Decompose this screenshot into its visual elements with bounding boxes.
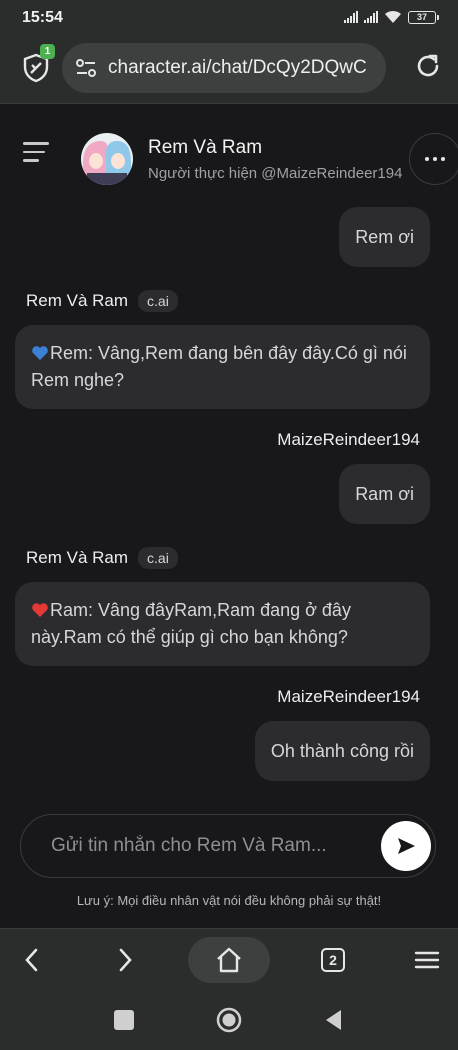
browser-bottom-nav: 2 (0, 928, 458, 990)
bot-name-row: Rem Và Ram c.ai (26, 547, 178, 569)
battery-icon: 37 (408, 10, 439, 24)
character-avatar[interactable] (81, 133, 133, 185)
user-name: MaizeReindeer194 (277, 430, 420, 449)
reload-icon[interactable] (414, 52, 442, 80)
creator-credit: Người thực hiện @MaizeReindeer194 (148, 165, 403, 182)
more-options-button[interactable] (409, 133, 458, 185)
url-text: character.ai/chat/DcQy2DQwC (108, 57, 367, 78)
back-button[interactable] (12, 929, 52, 991)
bot-name: Rem Và Ram (26, 548, 129, 567)
tabs-button[interactable]: 2 (313, 929, 353, 991)
message-composer (20, 814, 436, 878)
cai-badge: c.ai (138, 547, 178, 569)
chat-header: Rem Và Ram Người thực hiện @MaizeReindee… (0, 104, 458, 204)
address-bar[interactable]: character.ai/chat/DcQy2DQwC (62, 43, 386, 93)
message-text: Ram: Vâng đâyRam,Ram đang ở đây này.Ram … (31, 600, 351, 647)
hamburger-icon (414, 951, 440, 969)
user-message: Ram ơi (339, 464, 430, 524)
user-name: MaizeReindeer194 (277, 687, 420, 706)
signal-icon (364, 11, 378, 23)
message-text: Oh thành công rồi (270, 740, 414, 761)
home-circle-button[interactable] (215, 1006, 243, 1034)
chevron-right-icon (119, 948, 132, 972)
user-message: Rem ơi (339, 207, 430, 267)
message-text: Ram ơi (355, 483, 414, 504)
bot-message: Ram: Vâng đâyRam,Ram đang ở đây này.Ram … (15, 582, 430, 666)
system-back-button[interactable] (323, 1008, 343, 1032)
message-text: Rem: Vâng,Rem đang bên đây đây.Có gì nói… (31, 343, 407, 390)
system-nav-bar (0, 990, 458, 1050)
user-message: Oh thành công rồi (254, 721, 430, 781)
bot-name: Rem Và Ram (26, 291, 129, 310)
send-button[interactable] (381, 821, 431, 871)
browser-toolbar: 1 character.ai/chat/DcQy2DQwC (0, 34, 458, 104)
red-heart-icon (32, 603, 48, 617)
menu-icon[interactable] (23, 142, 49, 164)
home-button[interactable] (188, 937, 270, 983)
send-icon (398, 838, 415, 854)
status-icons: 37 (344, 10, 439, 24)
bot-message: Rem: Vâng,Rem đang bên đây đây.Có gì nói… (15, 325, 430, 409)
signal-icon (344, 11, 358, 23)
message-input[interactable] (51, 815, 371, 876)
battery-level: 37 (416, 12, 427, 22)
blue-heart-icon (32, 346, 48, 360)
status-time: 15:54 (22, 9, 63, 26)
tab-count: 2 (321, 948, 345, 972)
wifi-icon (385, 10, 401, 23)
message-text: Rem ơi (355, 226, 414, 247)
status-bar: 15:54 37 (0, 0, 458, 34)
browser-menu-button[interactable] (406, 929, 448, 991)
bot-name-row: Rem Và Ram c.ai (26, 290, 178, 312)
shield-badge: 1 (40, 44, 55, 59)
home-icon (217, 947, 241, 973)
site-settings-icon[interactable] (74, 56, 98, 80)
recents-button[interactable] (114, 1010, 134, 1030)
character-name: Rem Và Ram (148, 137, 263, 158)
forward-button[interactable] (105, 929, 145, 991)
cai-badge: c.ai (138, 290, 178, 312)
disclaimer: Lưu ý: Mọi điều nhân vật nói đều không p… (76, 893, 382, 908)
chevron-left-icon (25, 948, 38, 972)
